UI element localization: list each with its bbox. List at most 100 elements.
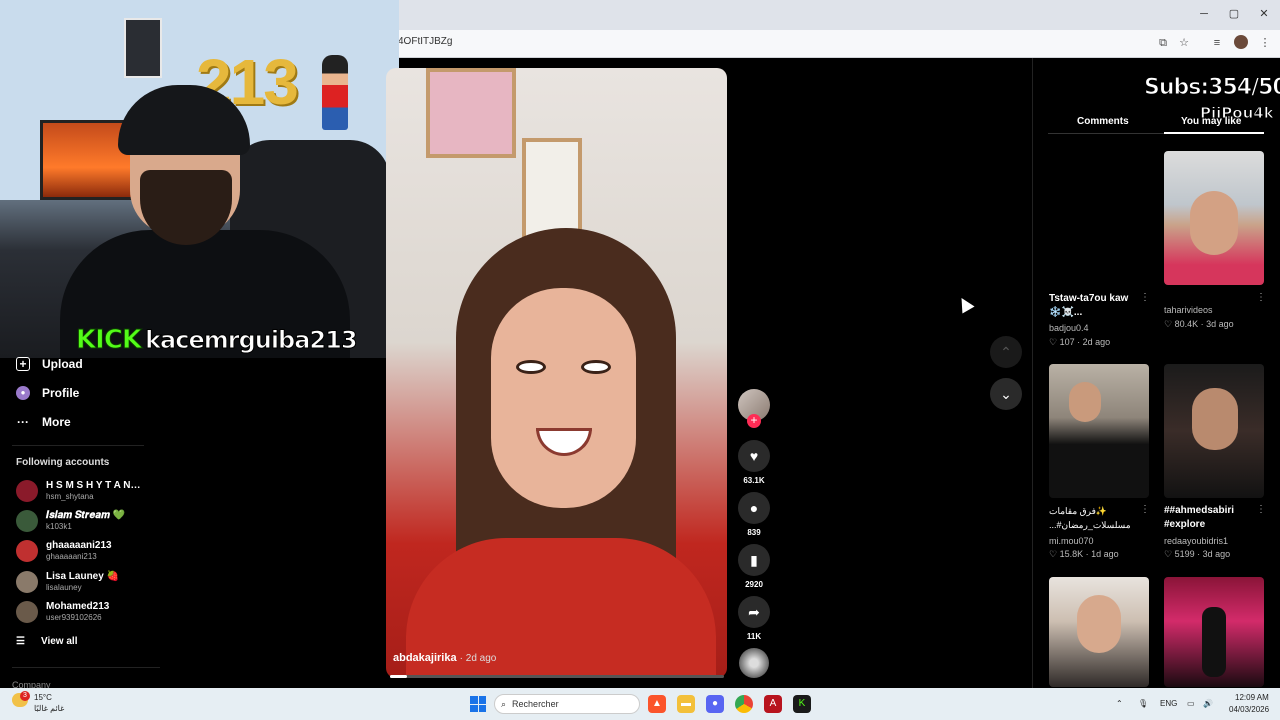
next-video-button[interactable]: ⌄	[990, 378, 1022, 410]
video-wall-frame	[426, 68, 516, 158]
card-meta: ♡ 15.8K · 1d ago	[1049, 549, 1119, 560]
account-name: Mohamed213	[46, 601, 110, 612]
discord-icon[interactable]: ●	[706, 695, 724, 713]
card-title[interactable]: Tstaw-ta7ou kaw ❄️☠️...	[1049, 292, 1149, 320]
card-likes: ♡ 15.8K	[1049, 549, 1084, 559]
taskbar-search[interactable]: ⌕ Rechercher	[494, 694, 640, 714]
file-explorer-icon[interactable]: ▬	[677, 695, 695, 713]
weather-description[interactable]: غائم غالبًا	[34, 704, 64, 713]
video-subject-eye	[516, 360, 546, 374]
video-thumbnail[interactable]	[1049, 151, 1149, 285]
list-icon: ☰	[16, 636, 25, 647]
bookmark-icon: ▮	[750, 552, 758, 568]
sidebar-item-upload[interactable]: + Upload	[16, 353, 83, 375]
tab-you-may-like[interactable]: You may like	[1181, 116, 1241, 127]
minimize-button[interactable]: ─	[1192, 6, 1216, 22]
sidebar-item-more[interactable]: ··· More	[16, 411, 71, 433]
tab-comments[interactable]: Comments	[1077, 116, 1129, 127]
microphone-icon[interactable]: 🎙	[1138, 699, 1148, 708]
mouse-cursor-icon	[955, 294, 975, 314]
video-time: · 2d ago	[459, 653, 497, 664]
tray-overflow-icon[interactable]: ⌃	[1116, 699, 1123, 708]
thumbnail-face	[1077, 595, 1121, 653]
view-all-button[interactable]: ☰ View all	[16, 636, 77, 647]
music-disc-icon[interactable]	[739, 648, 769, 678]
share-icon: ➦	[748, 604, 760, 620]
comment-icon: ●	[749, 500, 759, 516]
sidebar-item-profile[interactable]: ● Profile	[16, 382, 79, 404]
thumbnail-face	[1069, 382, 1101, 422]
video-caption[interactable]: abdakajirika · 2d ago	[393, 652, 496, 664]
view-all-label: View all	[40, 636, 78, 647]
share-button[interactable]: ➦	[738, 596, 770, 628]
share-count: 11K	[746, 632, 762, 641]
close-button[interactable]: ✕	[1252, 6, 1276, 22]
card-username[interactable]: badjou0.4	[1049, 323, 1089, 333]
comment-button[interactable]: ●	[738, 492, 770, 524]
avatar	[16, 540, 38, 562]
volume-icon[interactable]: 🔊	[1203, 699, 1213, 708]
like-button[interactable]: ♥	[738, 440, 770, 472]
adobe-acrobat-icon[interactable]: A	[764, 695, 782, 713]
bookmark-star-icon[interactable]: ☆	[1175, 35, 1193, 51]
video-author[interactable]: abdakajirika	[393, 652, 457, 664]
weather-temperature[interactable]: 15°C	[34, 693, 52, 702]
following-account[interactable]: Mohamed213 user939102626	[16, 598, 186, 626]
card-more-icon[interactable]: ⋮	[1256, 504, 1266, 515]
card-username[interactable]: taharivideos	[1164, 305, 1213, 315]
clock-date[interactable]: 04/03/2026	[1229, 705, 1269, 714]
card-title[interactable]: ✨فرق مقامات مسلسلات_رمضان#...	[1049, 504, 1139, 532]
card-likes: ♡ 5199	[1164, 549, 1195, 559]
video-player[interactable]	[386, 68, 727, 678]
video-thumbnail[interactable]	[1049, 364, 1149, 498]
search-placeholder: Rechercher	[512, 699, 559, 709]
following-account[interactable]: ghaaaaani213 ghaaaaani213	[16, 537, 186, 565]
start-button[interactable]	[470, 696, 486, 712]
following-account[interactable]: 𝑰𝒔𝒍𝒂𝒎 𝑺𝒕𝒓𝒆𝒂𝒎 💚 k103k1	[16, 507, 186, 535]
like-icon: ♥	[749, 448, 759, 464]
network-icon[interactable]: ▭	[1187, 699, 1195, 708]
brave-browser-icon[interactable]: ▲	[648, 695, 666, 713]
video-thumbnail[interactable]	[1164, 577, 1264, 687]
webcam-overlay: 213 KICK kacemrguiba213	[0, 0, 399, 358]
url-text[interactable]: 4OFtITJBZg	[398, 36, 452, 47]
kick-app-icon[interactable]: K	[793, 695, 811, 713]
video-thumbnail[interactable]	[1164, 151, 1264, 285]
card-more-icon[interactable]: ⋮	[1140, 504, 1150, 515]
card-more-icon[interactable]: ⋮	[1256, 292, 1266, 303]
avatar	[16, 571, 38, 593]
video-thumbnail[interactable]	[1049, 577, 1149, 687]
bookmark-button[interactable]: ▮	[738, 544, 770, 576]
windows-taskbar	[0, 688, 1280, 720]
install-app-icon[interactable]: ⧉	[1154, 35, 1172, 51]
profile-avatar[interactable]	[1234, 35, 1248, 49]
previous-video-button[interactable]: ⌃	[990, 336, 1022, 368]
account-username: lisalauney	[46, 583, 82, 592]
video-thumbnail[interactable]	[1164, 364, 1264, 498]
account-username: k103k1	[46, 522, 72, 531]
account-name: Lisa Launey 🍓	[46, 571, 120, 582]
card-title[interactable]: ##ahmedsabiri #explore	[1164, 504, 1264, 532]
media-icon[interactable]: ≡	[1208, 35, 1226, 51]
video-subject-eye	[581, 360, 611, 374]
video-progress-bar[interactable]	[390, 675, 724, 678]
account-name: 𝑰𝒔𝒍𝒂𝒎 𝑺𝒕𝒓𝒆𝒂𝒎 💚	[46, 510, 125, 521]
avatar	[16, 510, 38, 532]
clock-time[interactable]: 12:09 AM	[1235, 693, 1269, 702]
follow-plus-icon[interactable]: +	[747, 414, 761, 428]
kebab-menu-icon[interactable]: ⋮	[1256, 35, 1274, 51]
card-more-icon[interactable]: ⋮	[1140, 292, 1150, 303]
thumbnail-face	[1190, 191, 1238, 255]
following-account[interactable]: H S M S H Y T A N… hsm_shytana	[16, 477, 186, 505]
following-account[interactable]: Lisa Launey 🍓 lisalauney	[16, 568, 186, 596]
card-username[interactable]: redaayoubidris1	[1164, 536, 1228, 546]
sidebar-item-label: Profile	[42, 386, 80, 400]
card-username[interactable]: mi.mou070	[1049, 536, 1094, 546]
following-accounts-title: Following accounts	[16, 457, 110, 468]
card-time: · 2d ago	[1077, 337, 1111, 347]
card-meta: ♡ 5199 · 3d ago	[1164, 549, 1230, 560]
avatar	[16, 601, 38, 623]
maximize-button[interactable]: ▢	[1222, 6, 1246, 22]
language-indicator[interactable]: ENG	[1160, 699, 1177, 708]
chrome-icon[interactable]	[735, 695, 753, 713]
